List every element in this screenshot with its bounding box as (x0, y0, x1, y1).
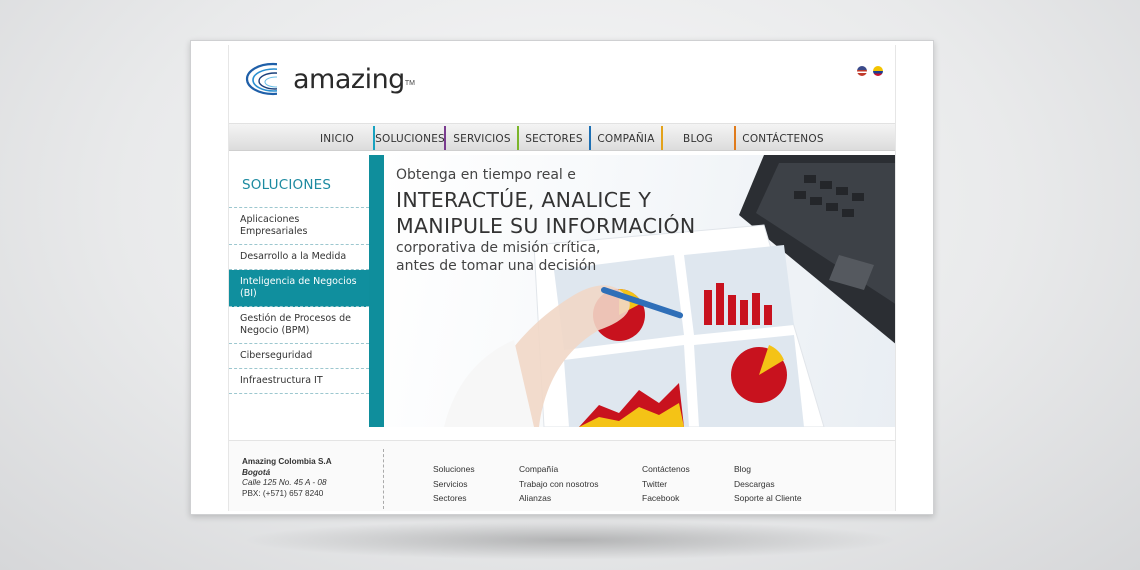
nav-item-servicios[interactable]: SERVICIOS (449, 128, 515, 150)
footer-link-soluciones[interactable]: Soluciones (433, 462, 475, 477)
footer-link-descargas[interactable]: Descargas (734, 477, 802, 492)
sidebar-item-desarrollo-a-la-medida[interactable]: Desarrollo a la Medida (229, 245, 369, 270)
webpage: amazing TM INICIO SOLUCIONES SERVICIOS S… (228, 45, 896, 511)
footer-link-facebook[interactable]: Facebook (642, 491, 690, 506)
trademark: TM (404, 79, 415, 87)
language-switcher (857, 66, 883, 76)
footer-link-twitter[interactable]: Twitter (642, 477, 690, 492)
sidebar-item-gestion-de-procesos[interactable]: Gestión de Procesos de Negocio (BPM) (229, 307, 369, 344)
phone-number: PBX: (+571) 657 8240 (242, 488, 324, 498)
sidebar-accent-bar (369, 155, 384, 427)
footer-link-contactenos[interactable]: Contáctenos (642, 462, 690, 477)
footer-links-col-3: Contáctenos Twitter Facebook (642, 462, 690, 506)
footer-link-sectores[interactable]: Sectores (433, 491, 475, 506)
nav-item-contactenos[interactable]: CONTÁCTENOS (738, 128, 828, 150)
amazing-logo[interactable]: amazing TM (243, 57, 423, 101)
hero-line-4: corporativa de misión crítica, (396, 240, 601, 256)
footer-link-blog[interactable]: Blog (734, 462, 802, 477)
hero-line-2: INTERACTÚE, ANALICE Y (396, 188, 652, 212)
nav-item-inicio[interactable]: INICIO (312, 128, 362, 150)
nav-separator (589, 126, 591, 150)
footer-links-col-1: Soluciones Servicios Sectores (433, 462, 475, 506)
sidebar-title: SOLUCIONES (242, 177, 332, 193)
nav-separator (517, 126, 519, 150)
footer-link-trabajo[interactable]: Trabajo con nosotros (519, 477, 599, 492)
swirl-logo-icon (245, 59, 299, 99)
us-flag-icon[interactable] (857, 66, 867, 76)
nav-item-sectores[interactable]: SECTORES (521, 128, 587, 150)
hero-banner: Obtenga en tiempo real e INTERACTÚE, ANA… (384, 155, 895, 427)
company-name: Amazing Colombia S.A (242, 457, 332, 466)
logo-wordmark: amazing (293, 63, 405, 95)
footer-links-col-4: Blog Descargas Soporte al Cliente (734, 462, 802, 506)
frame-shadow (240, 520, 900, 560)
nav-separator (661, 126, 663, 150)
solutions-sidebar: SOLUCIONES Aplicaciones Empresariales De… (229, 155, 369, 427)
hero-line-1: Obtenga en tiempo real e (396, 167, 576, 183)
site-footer: Amazing Colombia S.A Bogotá Calle 125 No… (229, 440, 895, 511)
sidebar-item-inteligencia-de-negocios[interactable]: Inteligencia de Negocios (BI) (229, 270, 369, 307)
footer-link-alianzas[interactable]: Alianzas (519, 491, 599, 506)
sidebar-item-ciberseguridad[interactable]: Ciberseguridad (229, 344, 369, 369)
footer-link-compania[interactable]: Compañía (519, 462, 599, 477)
colombia-flag-icon[interactable] (873, 66, 883, 76)
sidebar-item-aplicaciones-empresariales[interactable]: Aplicaciones Empresariales (229, 208, 369, 245)
nav-item-compania[interactable]: COMPAÑIA (593, 128, 659, 150)
browser-mockup-frame: amazing TM INICIO SOLUCIONES SERVICIOS S… (190, 40, 934, 515)
main-navigation: INICIO SOLUCIONES SERVICIOS SECTORES COM… (229, 123, 895, 151)
nav-separator (734, 126, 736, 150)
footer-link-soporte[interactable]: Soporte al Cliente (734, 491, 802, 506)
footer-links-col-2: Compañía Trabajo con nosotros Alianzas (519, 462, 599, 506)
company-city: Bogotá (242, 467, 271, 477)
hero-line-5: antes de tomar una decisión (396, 258, 597, 274)
footer-divider (383, 449, 384, 509)
nav-item-soluciones[interactable]: SOLUCIONES (375, 128, 445, 150)
sidebar-menu: Aplicaciones Empresariales Desarrollo a … (229, 207, 369, 394)
hero-headline: Obtenga en tiempo real e INTERACTÚE, ANA… (396, 167, 696, 275)
nav-separator (444, 126, 446, 150)
sidebar-item-infraestructura-it[interactable]: Infraestructura IT (229, 369, 369, 394)
footer-link-servicios[interactable]: Servicios (433, 477, 475, 492)
nav-item-blog[interactable]: BLOG (665, 128, 731, 150)
company-address: Amazing Colombia S.A Bogotá Calle 125 No… (242, 457, 332, 499)
hero-line-3: MANIPULE SU INFORMACIÓN (396, 214, 696, 238)
street-address: Calle 125 No. 45 A - 08 (242, 478, 327, 487)
